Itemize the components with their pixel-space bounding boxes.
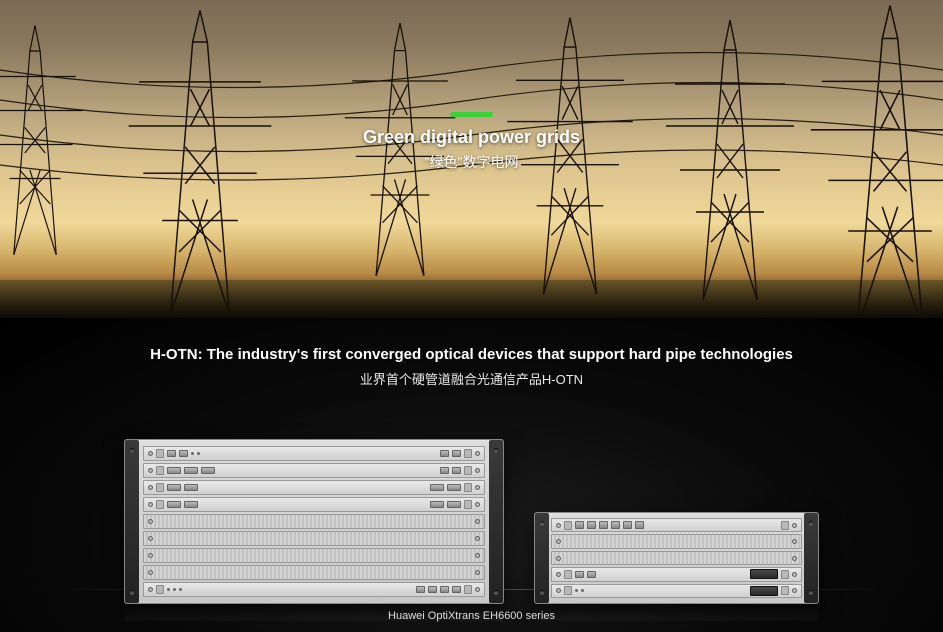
slot (143, 463, 485, 478)
slot-blank (143, 565, 485, 580)
slot-blank (143, 531, 485, 546)
slot (143, 497, 485, 512)
rack-ear-icon (125, 440, 139, 603)
slot (143, 446, 485, 461)
product-heading-cn: 业界首个硬管道融合光通信产品H-OTN (0, 369, 943, 388)
slot (551, 567, 802, 581)
slot (143, 582, 485, 597)
rack-ear-icon (804, 513, 818, 603)
product-section: H-OTN: The industry's first converged op… (0, 318, 943, 632)
hero-title-cn: "绿色"数字电网 (363, 152, 580, 172)
slot (143, 480, 485, 495)
product-heading-en: H-OTN: The industry's first converged op… (0, 318, 943, 363)
rack-ear-icon (535, 513, 549, 603)
product-caption: Huawei OptiXtrans EH6600 series (0, 610, 943, 622)
slot-blank (551, 534, 802, 548)
hero-text: Green digital power grids "绿色"数字电网 (363, 112, 580, 172)
devices (0, 439, 943, 604)
slot-blank (143, 514, 485, 529)
chassis-large (124, 439, 504, 604)
hero-title-en: Green digital power grids (363, 127, 580, 148)
rack-ear-icon (489, 440, 503, 603)
slot-blank (551, 551, 802, 565)
chassis-large-slots (143, 446, 485, 597)
chassis-small-slots (551, 518, 802, 598)
slot-blank (143, 548, 485, 563)
chassis-small (534, 512, 819, 604)
accent-bar (450, 112, 492, 117)
slot (551, 584, 802, 598)
slot (551, 518, 802, 532)
hero-section: Green digital power grids "绿色"数字电网 (0, 0, 943, 318)
